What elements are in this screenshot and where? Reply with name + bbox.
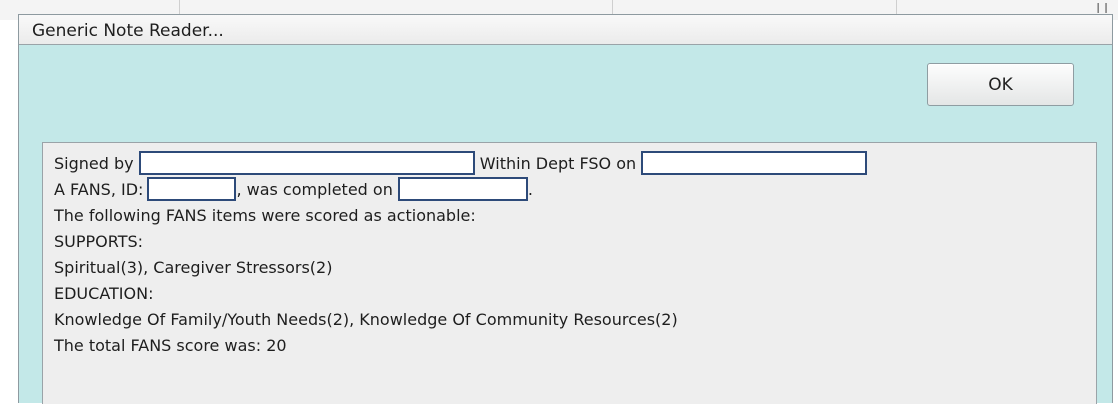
- fans-id-label: A FANS, ID:: [54, 180, 144, 199]
- signed-by-label: Signed by: [54, 154, 134, 173]
- redacted-fans-id: [147, 176, 237, 201]
- education-heading: EDUCATION:: [54, 284, 154, 303]
- completed-on-label: , was completed on: [236, 180, 393, 199]
- total-score-line: The total FANS score was: 20: [54, 336, 287, 355]
- redacted-signer-name: [138, 150, 475, 175]
- redacted-completed-date: [397, 176, 528, 201]
- signed-line: Signed by Within Dept FSO on: [54, 150, 1084, 177]
- scored-actionable-line: The following FANS items were scored as …: [54, 206, 476, 225]
- dialog-titlebar[interactable]: Generic Note Reader...: [19, 15, 1112, 45]
- dialog-title: Generic Note Reader...: [32, 21, 224, 41]
- fans-id-line: A FANS, ID: , was completed on .: [54, 176, 1084, 203]
- ok-button[interactable]: OK: [927, 63, 1074, 106]
- period: .: [527, 180, 534, 199]
- supports-heading: SUPPORTS:: [54, 232, 144, 251]
- note-body: Signed by Within Dept FSO on A FANS, ID:…: [54, 150, 1084, 359]
- note-text-panel[interactable]: Signed by Within Dept FSO on A FANS, ID:…: [42, 142, 1097, 404]
- supports-items: Spiritual(3), Caregiver Stressors(2): [54, 258, 333, 277]
- note-reader-dialog: Generic Note Reader... OK Signed by With…: [18, 14, 1113, 404]
- education-items: Knowledge Of Family/Youth Needs(2), Know…: [54, 310, 678, 329]
- redacted-sign-date: [641, 150, 868, 175]
- within-dept-label: Within Dept FSO on: [479, 154, 637, 173]
